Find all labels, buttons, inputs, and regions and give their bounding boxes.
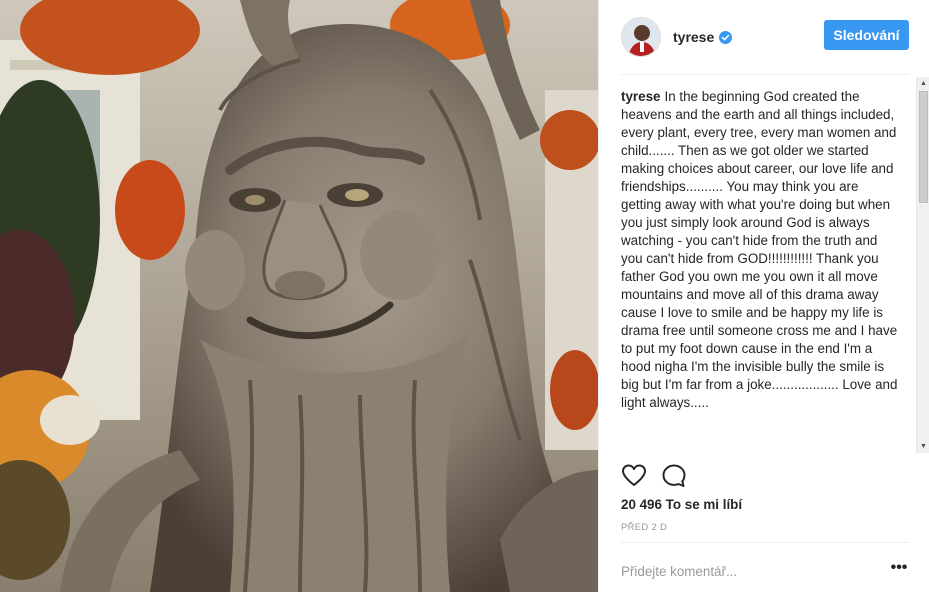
more-options-button[interactable]: ••• [889, 560, 909, 579]
comment-icon[interactable] [661, 463, 687, 489]
header-divider [621, 74, 909, 75]
scroll-up-arrow-icon[interactable]: ▲ [917, 77, 929, 90]
likes-count[interactable]: 20 496 To se mi líbí [621, 497, 742, 512]
caption-username[interactable]: tyrese [621, 89, 660, 104]
comments-scrollbar[interactable]: ▲ ▼ [916, 77, 929, 453]
caption-text: In the beginning God created the heavens… [621, 89, 898, 410]
post-timestamp[interactable]: PŘED 2 D [621, 522, 667, 533]
heart-icon[interactable] [621, 463, 647, 489]
scrollbar-thumb[interactable] [919, 91, 928, 203]
comments-scroll-area[interactable]: tyrese In the beginning God created the h… [621, 88, 901, 453]
post-caption: tyrese In the beginning God created the h… [621, 88, 901, 412]
tree-face-image [0, 0, 598, 592]
post-side-panel: tyrese Sledování tyrese In the beginning … [598, 0, 929, 592]
comment-input[interactable] [621, 560, 871, 582]
author-username[interactable]: tyrese [673, 29, 714, 45]
post-header: tyrese Sledování [621, 14, 909, 60]
post-actions [621, 462, 701, 490]
avatar-image [622, 18, 660, 56]
avatar[interactable] [621, 17, 661, 57]
post-photo[interactable] [0, 0, 598, 592]
scroll-down-arrow-icon[interactable]: ▼ [917, 440, 929, 453]
comment-divider [621, 542, 909, 543]
follow-button[interactable]: Sledování [824, 20, 909, 50]
verified-badge-icon [719, 30, 733, 44]
